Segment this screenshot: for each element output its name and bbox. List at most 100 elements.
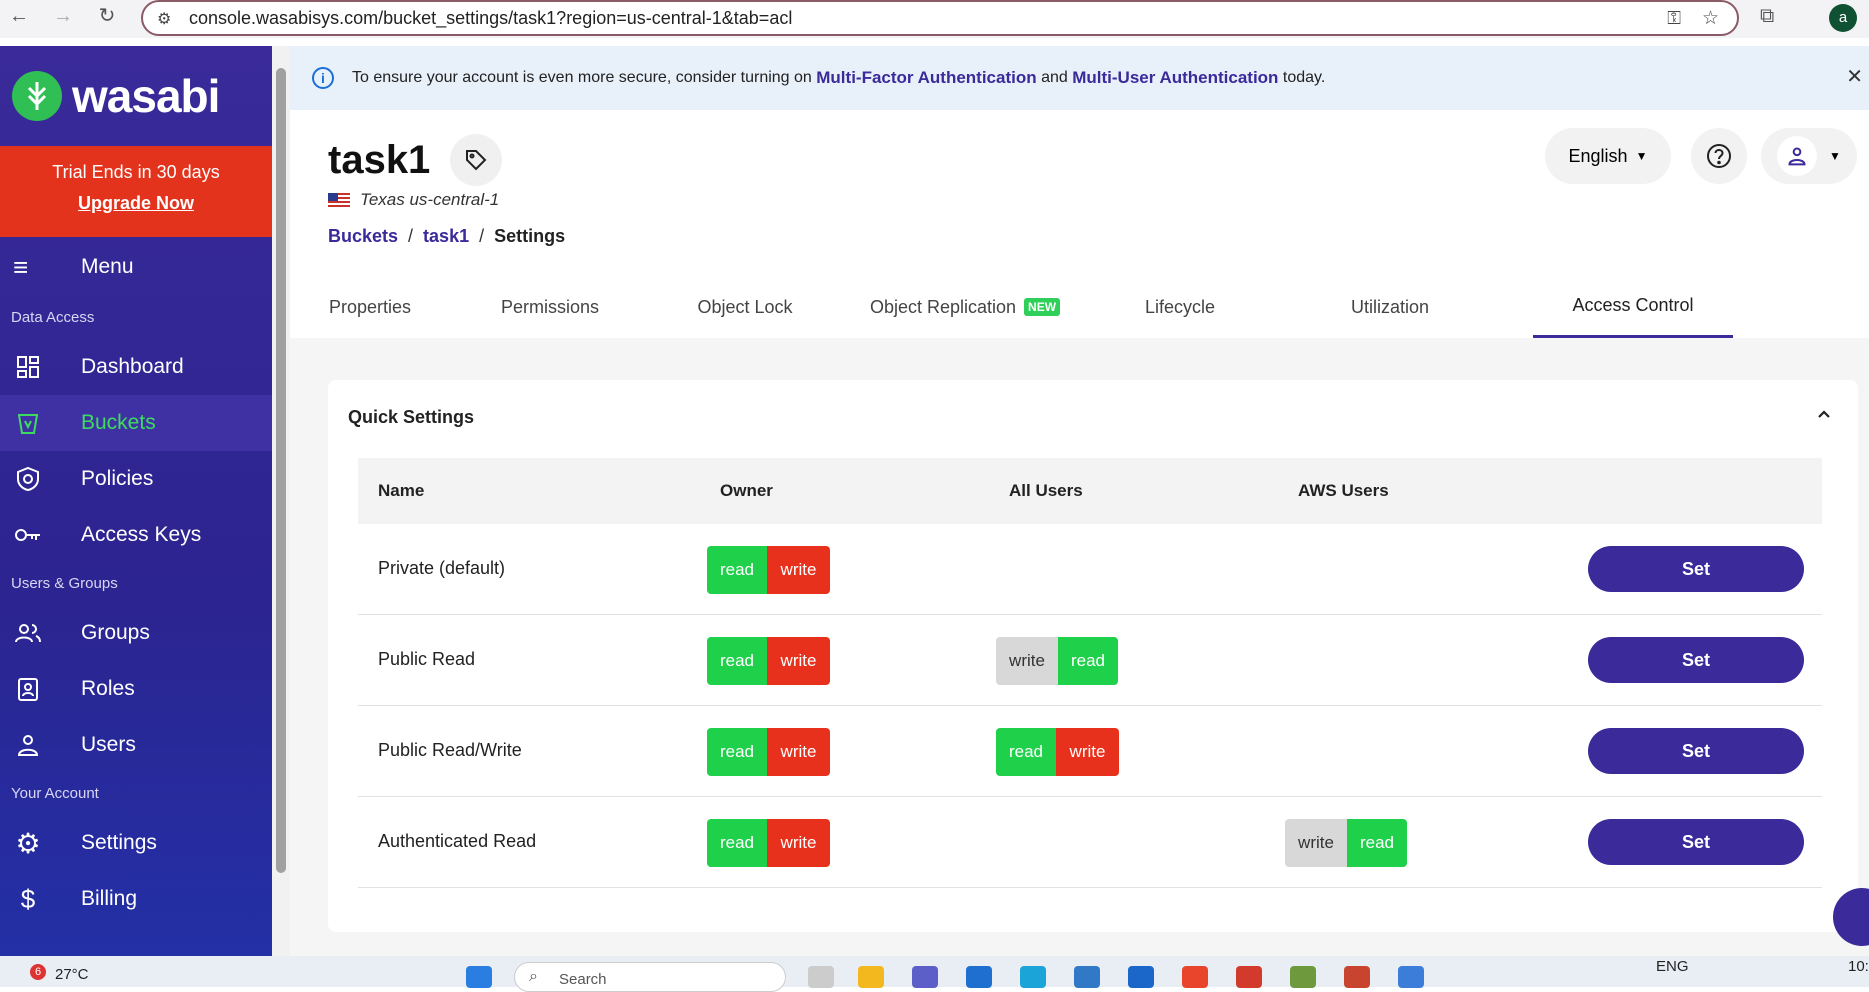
write-chip: write bbox=[996, 637, 1058, 685]
sidebar-item-users[interactable]: Users bbox=[0, 717, 272, 773]
sidebar-item-dashboard[interactable]: Dashboard bbox=[0, 339, 272, 395]
tab-access-control[interactable]: Access Control bbox=[1533, 276, 1733, 338]
shield-icon bbox=[13, 464, 43, 494]
sidebar-item-buckets[interactable]: Buckets bbox=[0, 395, 272, 451]
table-row: Authenticated Read read write write read… bbox=[358, 797, 1822, 888]
reload-icon[interactable]: ↻ bbox=[96, 5, 118, 27]
task-view-icon[interactable] bbox=[808, 966, 834, 988]
sidebar: wasabi Trial Ends in 30 days Upgrade Now… bbox=[0, 46, 272, 956]
tab-lifecycle[interactable]: Lifecycle bbox=[1090, 276, 1270, 338]
input-language[interactable]: ENG bbox=[1656, 958, 1689, 975]
sidebar-item-label: Access Keys bbox=[81, 523, 202, 546]
tab-object-lock[interactable]: Object Lock bbox=[650, 276, 840, 338]
read-chip: read bbox=[1058, 637, 1118, 685]
table-header: Name Owner All Users AWS Users bbox=[358, 458, 1822, 524]
sidebar-item-label: Buckets bbox=[81, 411, 156, 434]
sidebar-item-label: Users bbox=[81, 733, 136, 756]
breadcrumb-bucket[interactable]: task1 bbox=[423, 226, 469, 246]
address-bar[interactable]: ⚙ console.wasabisys.com/bucket_settings/… bbox=[141, 0, 1739, 36]
word-icon[interactable] bbox=[1128, 966, 1154, 988]
key-icon bbox=[13, 520, 43, 550]
set-button[interactable]: Set bbox=[1588, 546, 1804, 592]
clock[interactable]: 10: bbox=[1848, 958, 1869, 975]
avatar bbox=[1777, 136, 1818, 176]
set-button[interactable]: Set bbox=[1588, 637, 1804, 683]
wasabi-logo[interactable]: wasabi bbox=[0, 46, 272, 146]
read-chip: read bbox=[996, 728, 1056, 776]
forward-icon[interactable]: → bbox=[52, 5, 74, 27]
sidebar-item-access-keys[interactable]: Access Keys bbox=[0, 507, 272, 563]
trial-text: Trial Ends in 30 days bbox=[52, 162, 220, 182]
gear-icon: ⚙ bbox=[15, 827, 41, 859]
chrome-alt-icon[interactable] bbox=[1344, 966, 1370, 988]
weather-badge: 6 bbox=[30, 964, 46, 980]
mua-link[interactable]: Multi-User Authentication bbox=[1072, 68, 1278, 88]
upgrade-now-link[interactable]: Upgrade Now bbox=[0, 193, 272, 214]
tab-object-replication[interactable]: Object Replication NEW bbox=[840, 276, 1090, 338]
extensions-icon[interactable]: ⧉ bbox=[1760, 5, 1774, 28]
sidebar-item-billing[interactable]: $ Billing bbox=[0, 871, 272, 927]
teams-icon[interactable] bbox=[912, 966, 938, 988]
set-button[interactable]: Set bbox=[1588, 819, 1804, 865]
chrome-profile-icon[interactable] bbox=[1290, 966, 1316, 988]
set-button[interactable]: Set bbox=[1588, 728, 1804, 774]
copilot-icon[interactable] bbox=[966, 966, 992, 988]
taskbar-search[interactable]: ⌕ Search bbox=[514, 962, 786, 992]
site-info-icon[interactable]: ⚙ bbox=[157, 9, 171, 29]
password-key-icon[interactable]: ⚿ bbox=[1667, 8, 1681, 29]
tab-utilization[interactable]: Utilization bbox=[1290, 276, 1490, 338]
col-aws-users: AWS Users bbox=[1298, 481, 1389, 500]
help-button[interactable] bbox=[1691, 128, 1747, 184]
info-icon: i bbox=[312, 67, 334, 89]
user-menu-button[interactable]: ▼ bbox=[1761, 128, 1857, 184]
profile-avatar[interactable]: a bbox=[1829, 4, 1857, 32]
write-chip: write bbox=[767, 819, 830, 867]
sidebar-item-roles[interactable]: Roles bbox=[0, 661, 272, 717]
chevron-up-icon[interactable] bbox=[1814, 404, 1834, 424]
all-users-permissions: read write bbox=[996, 728, 1119, 776]
help-icon bbox=[1707, 144, 1731, 168]
section-your-account: Your Account bbox=[11, 785, 99, 802]
close-icon[interactable]: ✕ bbox=[1846, 64, 1863, 89]
gmail-icon[interactable] bbox=[1236, 966, 1262, 988]
weather-temp[interactable]: 27°C bbox=[55, 966, 89, 983]
notepad-icon[interactable] bbox=[1398, 966, 1424, 988]
back-icon[interactable]: ← bbox=[8, 5, 30, 27]
brand-name: wasabi bbox=[72, 70, 220, 122]
dollar-icon: $ bbox=[20, 883, 36, 914]
sidebar-scrollbar[interactable] bbox=[272, 46, 290, 956]
owner-permissions: read write bbox=[707, 819, 830, 867]
all-users-permissions: write read bbox=[996, 637, 1118, 685]
menu-toggle[interactable]: ≡ Menu bbox=[0, 237, 272, 297]
tab-properties[interactable]: Properties bbox=[290, 276, 450, 338]
banner-suffix: today. bbox=[1282, 69, 1326, 86]
bookmark-star-icon[interactable]: ☆ bbox=[1702, 7, 1719, 30]
mfa-link[interactable]: Multi-Factor Authentication bbox=[816, 68, 1036, 88]
sidebar-scroll-thumb[interactable] bbox=[276, 68, 286, 873]
main-content: i To ensure your account is even more se… bbox=[290, 46, 1869, 956]
write-chip: write bbox=[1285, 819, 1347, 867]
owner-permissions: read write bbox=[707, 728, 830, 776]
browser-toolbar: ← → ↻ ⚙ console.wasabisys.com/bucket_set… bbox=[0, 0, 1869, 38]
col-owner: Owner bbox=[720, 481, 773, 500]
store-icon[interactable] bbox=[1074, 966, 1100, 988]
windows-start-icon[interactable] bbox=[466, 966, 492, 988]
edge-icon[interactable] bbox=[1020, 966, 1046, 988]
table-row: Private (default) read write Set bbox=[358, 524, 1822, 615]
sidebar-item-label: Billing bbox=[81, 887, 138, 910]
tag-button[interactable] bbox=[450, 134, 503, 186]
file-explorer-icon[interactable] bbox=[858, 966, 884, 988]
new-badge: NEW bbox=[1024, 298, 1061, 316]
read-chip: read bbox=[1347, 819, 1407, 867]
chrome-icon[interactable] bbox=[1182, 966, 1208, 988]
sidebar-item-settings[interactable]: ⚙ Settings bbox=[0, 815, 272, 871]
sidebar-item-policies[interactable]: Policies bbox=[0, 451, 272, 507]
read-chip: read bbox=[707, 819, 767, 867]
language-select[interactable]: English ▼ bbox=[1545, 128, 1671, 184]
quick-settings-card: Quick Settings Name Owner All Users AWS … bbox=[328, 380, 1858, 932]
table-row: Public Read/Write read write read write … bbox=[358, 706, 1822, 797]
tab-permissions[interactable]: Permissions bbox=[450, 276, 650, 338]
sidebar-item-groups[interactable]: Groups bbox=[0, 605, 272, 661]
breadcrumb-current: Settings bbox=[494, 226, 566, 246]
breadcrumb-buckets[interactable]: Buckets bbox=[328, 226, 398, 246]
